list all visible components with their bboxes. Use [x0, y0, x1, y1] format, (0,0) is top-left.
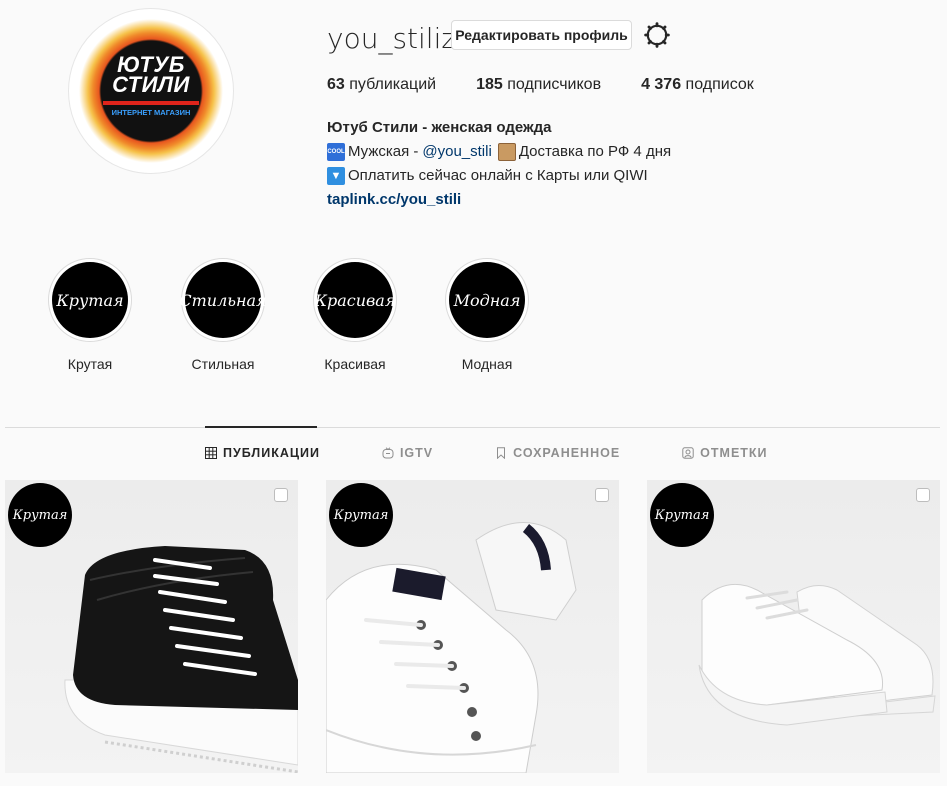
post-badge: Крутая — [329, 483, 393, 547]
highlight-label: Стильная — [191, 356, 255, 372]
post-select-checkbox[interactable] — [595, 488, 609, 502]
post-badge: Крутая — [650, 483, 714, 547]
highlight-ring: Крутая — [48, 258, 132, 342]
tagged-icon — [682, 447, 694, 459]
post-select-checkbox[interactable] — [274, 488, 288, 502]
avatar-title: ЮТУБ СТИЛИ — [112, 52, 190, 97]
bio-line-3: ▼ Оплатить сейчас онлайн с Карты или QIW… — [327, 164, 671, 188]
tab-saved[interactable]: СОХРАНЕННОЕ — [495, 446, 620, 460]
following-label: подписок — [681, 76, 754, 93]
post-badge: Крутая — [8, 483, 72, 547]
tab-tagged[interactable]: ОТМЕТКИ — [682, 446, 767, 460]
bio-line3-text: Оплатить сейчас онлайн с Карты или QIWI — [348, 167, 648, 184]
post-select-checkbox[interactable] — [916, 488, 930, 502]
profile-tabs: ПУБЛИКАЦИИ IGTV СОХРАНЕННОЕ ОТМЕТКИ — [205, 446, 830, 460]
highlight-label: Красивая — [324, 356, 386, 372]
following-count: 4 376 — [641, 76, 682, 93]
package-emoji-icon — [497, 143, 516, 161]
avatar-logo: ЮТУБ СТИЛИ ИНТЕРНЕТ МАГАЗИН — [77, 17, 225, 165]
username: you_stiliz — [327, 22, 457, 55]
post-tile[interactable]: Крутая — [326, 480, 619, 773]
tab-posts[interactable]: ПУБЛИКАЦИИ — [205, 446, 320, 460]
tab-posts-label: ПУБЛИКАЦИИ — [223, 446, 320, 460]
followers-stat[interactable]: 185 подписчиков — [476, 76, 601, 94]
posts-count: 63 — [327, 76, 345, 93]
highlight-ring: Модная — [445, 258, 529, 342]
highlight-ring: Стильная — [179, 258, 267, 342]
tab-saved-label: СОХРАНЕННОЕ — [513, 446, 621, 460]
edit-profile-button[interactable]: Редактировать профиль — [451, 20, 632, 50]
highlight-stilnaya[interactable]: Стильная Стильная — [173, 258, 273, 372]
profile-avatar[interactable]: ЮТУБ СТИЛИ ИНТЕРНЕТ МАГАЗИН — [68, 8, 234, 174]
profile-page: ЮТУБ СТИЛИ ИНТЕРНЕТ МАГАЗИН you_stiliz Р… — [0, 0, 947, 786]
tabs-divider — [5, 427, 940, 428]
grid-icon — [205, 447, 217, 459]
profile-bio: Ютуб Стили - женская одежда COOL Мужская… — [327, 116, 671, 212]
highlight-label: Крутая — [67, 356, 113, 372]
tab-tagged-label: ОТМЕТКИ — [700, 446, 768, 460]
cool-emoji-icon: COOL — [327, 143, 345, 161]
tab-igtv[interactable]: IGTV — [382, 446, 433, 460]
igtv-icon — [382, 447, 394, 459]
posts-label: публикаций — [344, 76, 437, 93]
profile-stats: 63 публикаций 185 подписчиков 4 376 подп… — [327, 76, 794, 94]
active-tab-indicator — [205, 426, 317, 428]
highlight-cover: Модная — [449, 262, 525, 338]
avatar-subtitle: ИНТЕРНЕТ МАГАЗИН — [111, 108, 191, 117]
bio-website-link[interactable]: taplink.cc/you_stili — [327, 188, 671, 212]
gear-icon[interactable] — [644, 22, 670, 48]
bio-mention-link[interactable]: @you_stili — [422, 140, 491, 164]
highlight-ring: Красивая — [313, 258, 397, 342]
highlight-modnaya[interactable]: Модная Модная — [437, 258, 537, 372]
highlight-cover: Крутая — [52, 262, 128, 338]
following-stat[interactable]: 4 376 подписок — [641, 76, 754, 94]
highlight-cover: Стильная — [179, 262, 267, 338]
down-arrow-emoji-icon: ▼ — [327, 167, 345, 185]
bio-line-2: COOL Мужская - @you_stili Доставка по РФ… — [327, 140, 671, 164]
bio-line2-prefix: Мужская - — [348, 143, 419, 160]
post-tile[interactable]: Крутая — [5, 480, 298, 773]
post-tile[interactable]: Крутая — [647, 480, 940, 773]
highlight-label: Модная — [461, 356, 513, 372]
bookmark-icon — [497, 447, 506, 459]
highlight-krutaya[interactable]: Крутая Крутая — [40, 258, 140, 372]
followers-label: подписчиков — [502, 76, 602, 93]
tab-igtv-label: IGTV — [399, 446, 434, 460]
highlight-cover: Красивая — [315, 262, 395, 338]
followers-count: 185 — [476, 76, 503, 93]
highlight-krasivaya[interactable]: Красивая Красивая — [305, 258, 405, 372]
avatar-stripe — [103, 101, 199, 105]
bio-line2-suffix: Доставка по РФ 4 дня — [518, 143, 672, 160]
bio-name: Ютуб Стили - женская одежда — [327, 119, 552, 136]
posts-stat: 63 публикаций — [327, 76, 436, 94]
